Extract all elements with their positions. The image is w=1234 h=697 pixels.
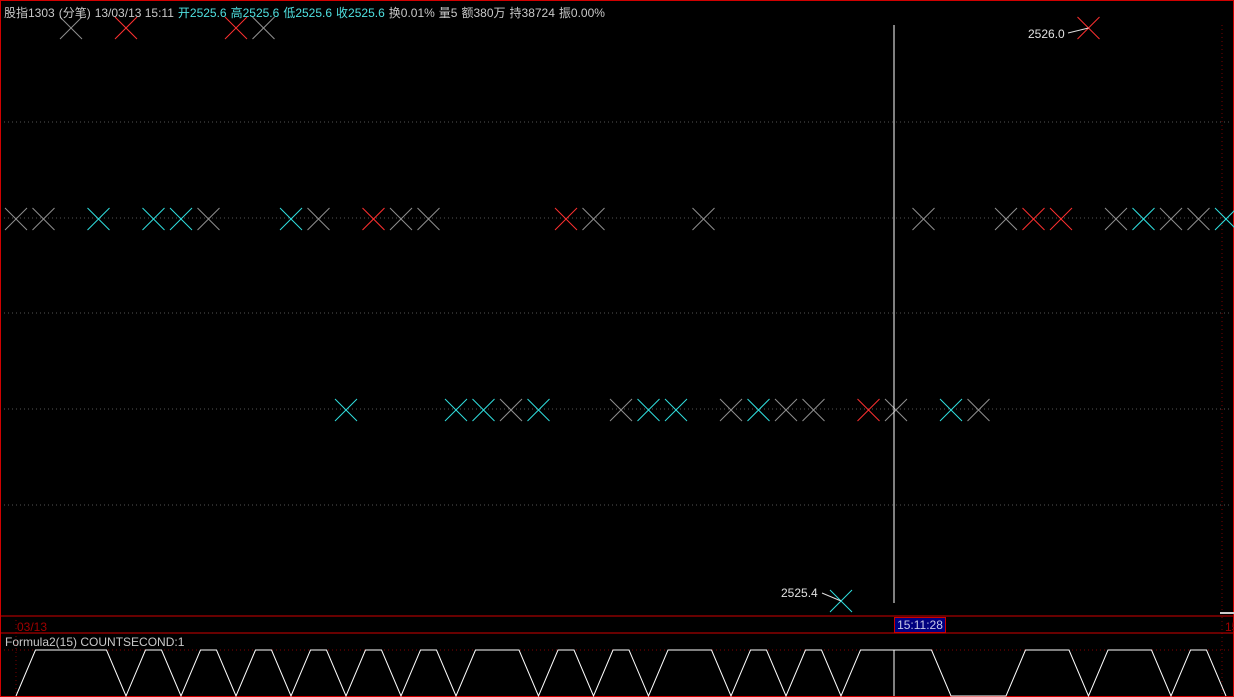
mode: (分笔) [58,6,91,20]
tick-marker-down [444,398,468,422]
tick-marker-flat [389,207,413,231]
tick-marker-flat [582,207,605,231]
tick-marker-flat [719,398,743,422]
tick-marker-down [87,207,110,231]
open: 开2525.6 [177,6,227,20]
tick-marker-down [1132,207,1155,231]
tick-marker-flat [1104,207,1128,231]
tick-marker-flat [802,398,825,422]
axis-right-label: 15 [1225,620,1234,634]
tick-marker-flat [774,398,798,422]
amount: 额380万 [461,6,506,20]
volume: 量5 [438,6,458,20]
date-label: 03/13 [17,620,48,634]
tick-marker-up [1049,207,1073,231]
tick-marker-flat [1187,207,1210,231]
tick-chart[interactable] [0,0,1234,697]
tick-marker-flat [1159,207,1183,231]
tick-marker-up [362,207,385,231]
hold: 持38724 [509,6,555,20]
tick-marker-down [472,398,495,422]
formula-label: Formula2(15) COUNTSECOND:1 [5,635,185,649]
crosshair-time-label: 15:11:28 [894,617,946,633]
tick-marker-flat [967,398,990,422]
datetime: 13/03/13 15:11 [94,6,174,20]
tick-marker-flat [912,207,935,231]
tick-marker-down [142,207,165,231]
tick-marker-down [169,207,193,231]
tick-marker-flat [609,398,633,422]
tick-marker-up [554,207,578,231]
low: 低2525.6 [283,6,333,20]
tick-marker-up [857,398,880,422]
tick-marker-flat [197,207,220,231]
tick-marker-down [747,398,770,422]
countsecond-line [15,649,1227,697]
turnover: 换0.01% [388,6,435,20]
tick-marker-down [527,398,550,422]
tick-marker-flat [307,207,330,231]
symbol: 股指1303 [4,6,55,20]
tick-marker-flat [499,398,523,422]
tick-marker-flat [994,207,1018,231]
amplitude: 振0.00% [558,6,605,20]
tick-marker-flat [4,207,28,231]
tick-marker-down [279,207,303,231]
tick-marker-down [664,398,688,422]
high: 高2525.6 [230,6,280,20]
tick-marker-flat [32,207,55,231]
tick-marker-down [637,398,660,422]
tick-marker-flat [884,398,908,422]
max-price-label: 2526.0 [1028,27,1065,41]
quote-header: 股指1303 (分笔) 13/03/13 15:11 开2525.6 高2525.6 低2… [4,4,609,21]
tick-marker-up [1022,207,1045,231]
min-price-label: 2525.4 [781,586,818,600]
tick-marker-down [939,398,963,422]
tick-marker-down [334,398,358,422]
tick-marker-flat [417,207,440,231]
min-leader-line [821,592,842,602]
tick-marker-flat [692,207,715,231]
tick-marker-down [1214,207,1234,231]
close: 收2525.6 [336,6,385,20]
